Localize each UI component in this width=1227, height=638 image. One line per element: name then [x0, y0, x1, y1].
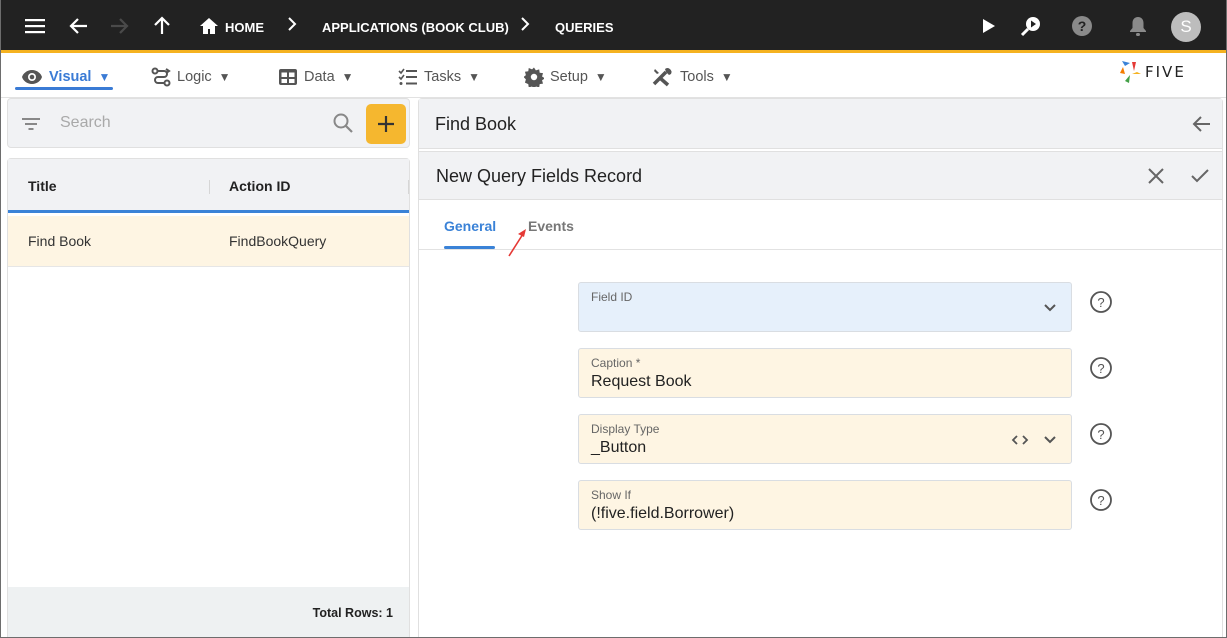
breadcrumb-separator [520, 17, 530, 35]
eye-icon [22, 70, 42, 84]
caption-label: Caption * [591, 356, 641, 370]
chevron-down-icon[interactable] [1041, 431, 1059, 449]
five-logo: FIVE [1119, 60, 1186, 84]
caption-value: Request Book [591, 373, 692, 390]
total-rows: Total Rows: 1 [312, 606, 393, 620]
menu-tasks-label: Tasks [424, 69, 462, 85]
menu-logic-label: Logic [177, 69, 212, 85]
breadcrumb-separator [287, 17, 297, 35]
app-window: HOME APPLICATIONS (BOOK CLUB) QUERIES ? … [0, 0, 1227, 638]
form-header: New Query Fields Record [419, 151, 1222, 200]
gear-icon [524, 67, 544, 87]
column-divider[interactable] [408, 180, 409, 194]
svg-text:?: ? [1078, 18, 1087, 34]
breadcrumb-applications[interactable]: APPLICATIONS (BOOK CLUB) [322, 20, 509, 35]
list-panel: Title Action ID Find Book FindBookQuery … [7, 98, 410, 637]
menu-setup-label: Setup [550, 69, 588, 85]
table-header: Title Action ID [8, 159, 409, 213]
filter-icon[interactable] [21, 114, 41, 134]
tools-icon [652, 68, 672, 87]
help-icon[interactable]: ? [1070, 14, 1094, 38]
help-icon[interactable]: ? [1089, 290, 1113, 314]
menu-tools-label: Tools [680, 69, 714, 85]
chevron-down-icon[interactable] [1041, 299, 1059, 317]
menu-tasks[interactable]: Tasks ▼ [398, 62, 480, 92]
svg-text:?: ? [1097, 427, 1104, 442]
play-icon[interactable] [977, 14, 1001, 38]
menu-setup[interactable]: Setup ▼ [524, 62, 607, 92]
logic-icon [151, 67, 171, 87]
svg-text:?: ? [1097, 295, 1104, 310]
menu-tools[interactable]: Tools ▼ [652, 62, 733, 92]
column-header-title[interactable]: Title [28, 178, 57, 194]
tasks-icon [398, 68, 417, 85]
bell-icon[interactable] [1126, 14, 1150, 38]
caret-down-icon: ▼ [341, 70, 354, 84]
five-logo-text: FIVE [1145, 63, 1186, 81]
menu-logic[interactable]: Logic ▼ [151, 62, 231, 92]
display-type-select[interactable]: Display Type _Button [578, 414, 1072, 464]
caret-down-icon: ▼ [218, 70, 231, 84]
active-tab-indicator [444, 246, 495, 249]
code-icon[interactable] [1011, 431, 1029, 449]
menu-visual-label: Visual [49, 69, 92, 85]
table-icon [279, 69, 297, 85]
annotation-arrow-icon [508, 229, 526, 257]
svg-text:?: ? [1097, 361, 1104, 376]
user-avatar[interactable]: S [1171, 12, 1201, 42]
caption-field[interactable]: Caption * Request Book [578, 348, 1072, 398]
help-icon[interactable]: ? [1089, 356, 1113, 380]
menu-data[interactable]: Data ▼ [278, 62, 354, 92]
search-input[interactable] [60, 111, 320, 135]
home-icon[interactable] [197, 14, 221, 38]
column-divider[interactable] [209, 180, 210, 194]
breadcrumb-home[interactable]: HOME [225, 20, 264, 35]
help-icon[interactable]: ? [1089, 488, 1113, 512]
breadcrumb-queries[interactable]: QUERIES [555, 20, 614, 35]
search-bar [7, 98, 410, 148]
five-logo-icon [1120, 61, 1141, 83]
forward-arrow-icon[interactable] [107, 14, 131, 38]
table-row[interactable]: Find Book FindBookQuery [8, 216, 409, 267]
form-tabs: General Events [419, 200, 1222, 250]
table-footer: Total Rows: 1 [8, 587, 409, 637]
plus-icon [378, 116, 394, 132]
show-if-value: (!five.field.Borrower) [591, 505, 735, 522]
check-icon[interactable] [1188, 164, 1212, 188]
cell-action-id: FindBookQuery [229, 233, 327, 249]
svg-text:?: ? [1097, 493, 1104, 508]
detail-title: Find Book [435, 114, 517, 134]
detail-header: Find Book [419, 99, 1222, 149]
caret-down-icon: ▼ [468, 70, 480, 84]
help-icon[interactable]: ? [1089, 422, 1113, 446]
show-if-field[interactable]: Show If (!five.field.Borrower) [578, 480, 1072, 530]
search-icon[interactable] [332, 112, 354, 134]
column-header-action-id[interactable]: Action ID [229, 178, 290, 194]
active-menu-indicator [15, 87, 113, 90]
menu-icon[interactable] [23, 14, 47, 38]
close-icon[interactable] [1144, 164, 1168, 188]
up-arrow-icon[interactable] [150, 14, 174, 38]
back-arrow-icon[interactable] [67, 14, 91, 38]
back-arrow-icon[interactable] [1190, 112, 1214, 136]
display-type-label: Display Type [591, 422, 660, 436]
menu-bar: Visual ▼ Logic ▼ Data ▼ Tasks ▼ Setup ▼ Tools… [1, 56, 1226, 98]
top-bar: HOME APPLICATIONS (BOOK CLUB) QUERIES ? … [1, 0, 1226, 53]
show-if-label: Show If [591, 488, 632, 502]
tab-events[interactable]: Events [528, 218, 574, 234]
records-table: Title Action ID Find Book FindBookQuery … [7, 158, 410, 637]
display-type-value: _Button [591, 439, 647, 456]
caret-down-icon: ▼ [98, 70, 111, 84]
form-title: New Query Fields Record [436, 166, 643, 186]
search-play-icon[interactable] [1019, 14, 1043, 38]
caret-down-icon: ▼ [594, 70, 607, 84]
cell-title: Find Book [28, 233, 92, 249]
detail-panel: Find Book New Query Fields Record Genera… [418, 98, 1223, 637]
field-id-label: Field ID [591, 290, 633, 304]
menu-data-label: Data [304, 69, 335, 85]
add-button[interactable] [366, 104, 406, 144]
caret-down-icon: ▼ [720, 70, 733, 84]
tab-general[interactable]: General [444, 218, 496, 234]
field-id-select[interactable]: Field ID [578, 282, 1072, 332]
